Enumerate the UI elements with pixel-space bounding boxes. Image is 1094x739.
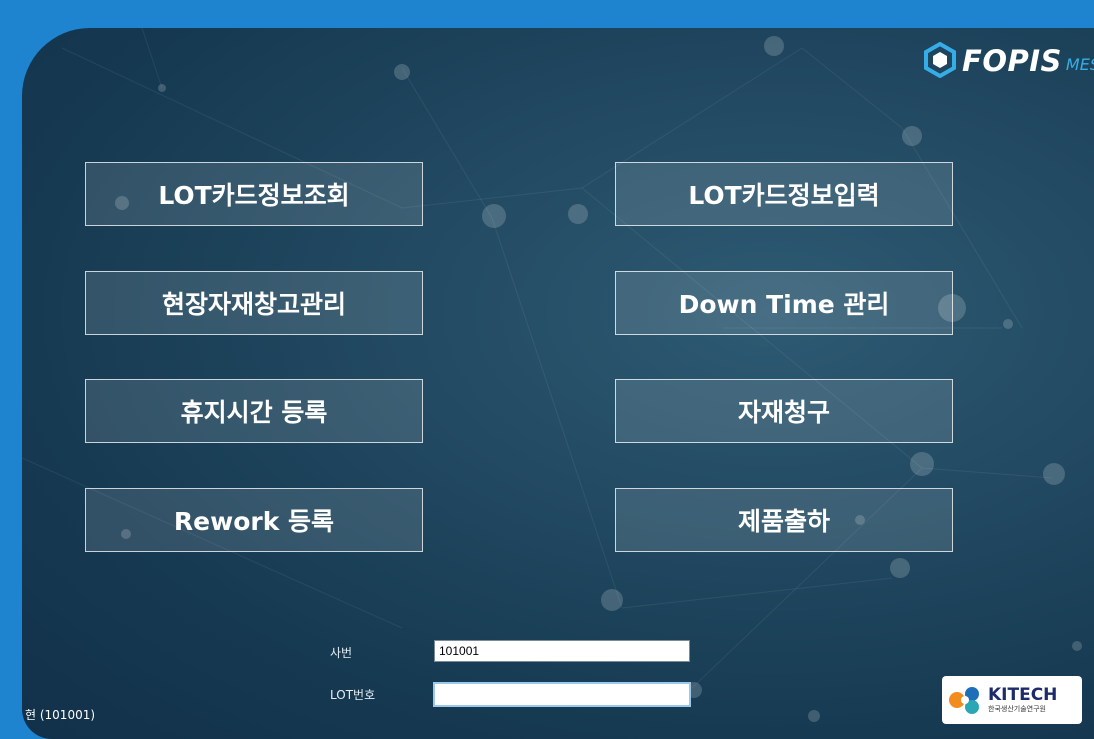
lot-card-info-input-button[interactable]: LOT카드정보입력 (615, 162, 953, 226)
logged-in-user-info: 현 (101001) (25, 708, 96, 722)
rework-register-button[interactable]: Rework 등록 (85, 488, 423, 552)
idle-time-register-button[interactable]: 휴지시간 등록 (85, 379, 423, 443)
kitech-subtitle: 한국생산기술연구원 (988, 705, 1046, 713)
lot-card-info-query-button[interactable]: LOT카드정보조회 (85, 162, 423, 226)
site-material-warehouse-button[interactable]: 현장자재창고관리 (85, 271, 423, 335)
fopis-hexagon-icon (924, 42, 957, 78)
brand-suffix: MES (1065, 55, 1094, 74)
lot-number-input[interactable] (433, 682, 691, 707)
material-request-button[interactable]: 자재청구 (615, 379, 953, 443)
lot-number-label: LOT번호 (330, 688, 376, 702)
kitech-text: KITECH 한국생산기술연구원 (988, 686, 1057, 714)
kitech-name: KITECH (988, 685, 1058, 705)
kitech-logo: KITECH 한국생산기술연구원 (942, 676, 1082, 724)
employee-id-label: 사번 (330, 646, 353, 660)
product-shipment-button[interactable]: 제품출하 (615, 488, 953, 552)
employee-id-input[interactable] (434, 640, 690, 662)
fopis-logo: FOPIS MES (922, 42, 1094, 78)
down-time-management-button[interactable]: Down Time 관리 (615, 271, 953, 335)
brand-name: FOPIS (962, 44, 1062, 78)
kitech-emblem-icon (949, 687, 979, 714)
